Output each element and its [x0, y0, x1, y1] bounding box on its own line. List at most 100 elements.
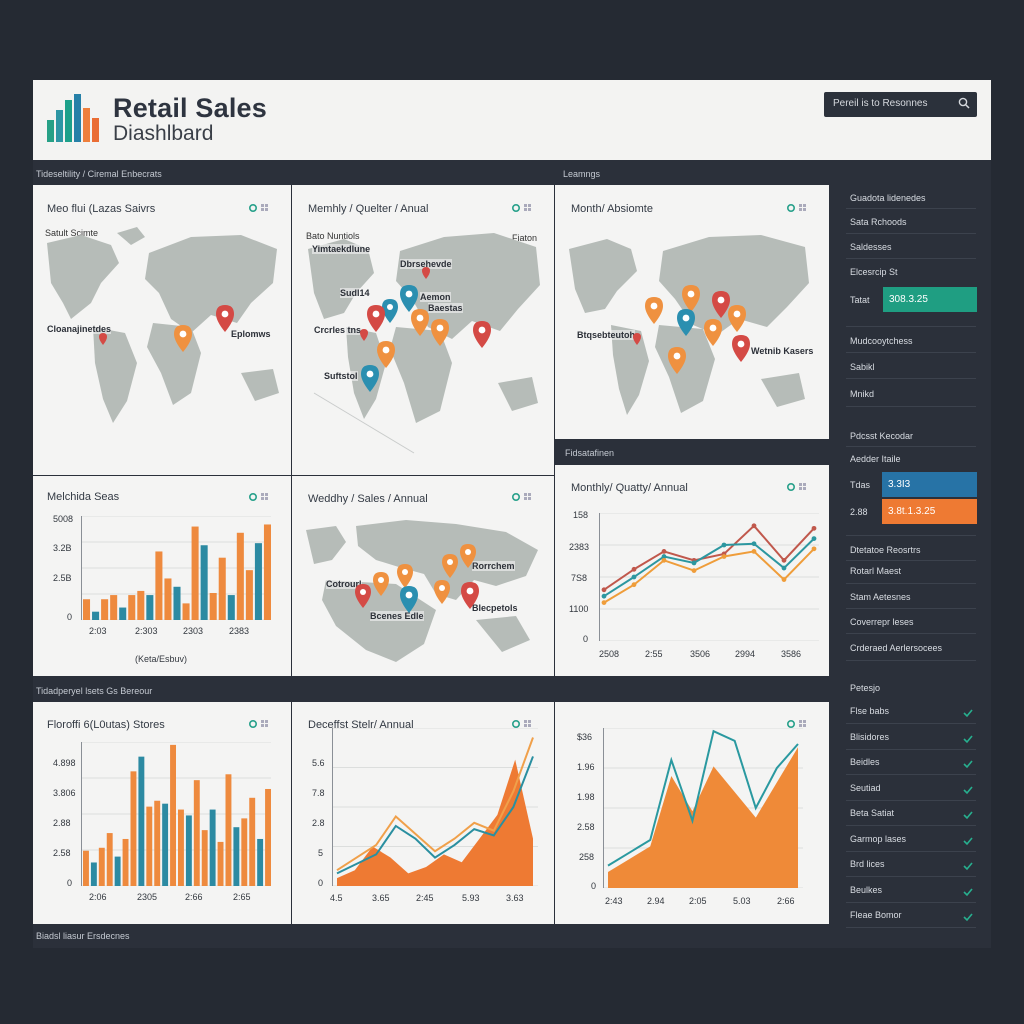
sidebar-item[interactable]: Aedder Itaile [850, 454, 901, 464]
checklist-item[interactable]: Blisidores [850, 732, 889, 742]
divider [846, 326, 976, 327]
divider [846, 633, 976, 634]
search-icon[interactable] [958, 97, 970, 109]
divider [846, 901, 976, 903]
y-tick-label: 2.88 [53, 818, 71, 828]
checkmark-icon[interactable] [962, 911, 974, 923]
y-tick-label: 2.58 [53, 848, 71, 858]
search-placeholder: Pereil is to Resonnes [833, 98, 928, 109]
x-tick-label: 3586 [781, 649, 802, 659]
line-point [601, 600, 607, 605]
map-pin-icon [361, 365, 379, 392]
y-tick-label: 258 [579, 852, 595, 862]
checklist-item[interactable]: Seutiad [850, 783, 881, 793]
section-label-top: Tideseltility / Ciremal Enbecrats [36, 169, 162, 179]
panel-options-icon[interactable] [787, 482, 809, 492]
sidebar-item[interactable]: Saldesses [850, 242, 892, 252]
sidebar-item[interactable]: Sata Rchoods [850, 217, 907, 227]
sidebar-item[interactable]: Coverrepr leses [850, 617, 914, 627]
line-point [691, 568, 697, 573]
sidebar-item[interactable]: Crderaed Aerlersocees [850, 643, 942, 653]
bar [225, 774, 232, 886]
panel-title: Monthly/ Quatty/ Annual [571, 482, 688, 494]
panel-options-icon[interactable] [249, 492, 271, 502]
bar [128, 595, 136, 620]
y-tick-label: $36 [577, 732, 593, 742]
value-chip-orange[interactable]: 3.8t.1.3.25 [882, 499, 977, 524]
area-chart-panel-1[interactable]: Deceffst Stelr/ Annual 5.6 7.8 2.8 5 0 4… [292, 702, 554, 924]
map-panel-4[interactable]: Weddhy / Sales / Annual Cotrourl Rorrche… [292, 476, 554, 676]
divider [846, 583, 976, 584]
divider [846, 233, 976, 234]
checkmark-icon[interactable] [962, 835, 974, 847]
map-pin-icon [434, 580, 450, 604]
checklist-item[interactable]: Beulkes [850, 885, 882, 895]
x-tick-label: 2:06 [89, 892, 107, 902]
bar [263, 524, 271, 620]
checklist-item[interactable]: Flse babs [850, 706, 889, 716]
sidebar-item[interactable]: Dtetatoe Reosrtrs [850, 545, 921, 555]
value-chip-blue[interactable]: 3.3I3 [882, 472, 977, 497]
sidebar-item[interactable]: Mudcooytchess [850, 336, 913, 346]
checkmark-icon[interactable] [962, 758, 974, 770]
bar-chart-panel-1[interactable]: Melchida Seas 5008 3.2B 2.5B 0 2:03 2:30… [33, 476, 291, 676]
map-panel-2[interactable]: Memhly / Quelter / Anual Bato Nuntiols F… [292, 185, 554, 475]
checklist-item[interactable]: Beta Satiat [850, 808, 894, 818]
sidebar-item[interactable]: Stam Aetesnes [850, 592, 911, 602]
checkmark-icon[interactable] [962, 886, 974, 898]
line-point [751, 541, 757, 547]
value-chip-green[interactable]: 308.3.25 [883, 287, 977, 312]
bar [122, 838, 129, 886]
map-pin-icon [442, 554, 458, 578]
divider [846, 774, 976, 775]
sidebar-item[interactable]: Guadota lidenedes [850, 193, 926, 203]
bar [130, 771, 137, 886]
y-tick-label: 5 [318, 848, 324, 858]
divider [846, 208, 976, 209]
divider [846, 406, 976, 407]
line-chart-panel[interactable]: Monthly/ Quatty/ Annual 158 2383 7S8 110… [555, 465, 829, 676]
sidebar-item[interactable]: Mnikd [850, 389, 874, 399]
checkmark-icon[interactable] [962, 860, 974, 872]
panel-options-icon[interactable] [249, 719, 271, 729]
bar-chart-panel-2[interactable]: Floroffi 6(L0utas) Stores 4.898 3.806 2.… [33, 702, 291, 924]
map-panel-1[interactable]: Meo flui (Lazas Saivrs Satult Scimte Clo… [33, 185, 291, 475]
map-panel-3[interactable]: Month/ Absiomte Btqsebteutoh Wetnib Kase… [555, 185, 829, 439]
map-pin-icon [377, 341, 395, 368]
bar [241, 818, 248, 886]
x-tick-label: 2.94 [647, 896, 665, 906]
map-pin-icon [360, 329, 368, 341]
bar [114, 856, 121, 886]
sidebar-item[interactable]: Elcesrcip St [850, 267, 898, 277]
y-tick-label: 7.8 [312, 788, 325, 798]
map-pin-icon [373, 572, 389, 596]
bar [170, 744, 176, 886]
bar [201, 830, 208, 886]
x-tick-label: 2508 [599, 649, 620, 659]
checklist-item[interactable]: Fleae Bomor [850, 910, 902, 920]
bar [90, 862, 97, 886]
checklist-item[interactable]: Beidles [850, 757, 880, 767]
bar [106, 833, 113, 886]
chip-label: 2.88 [850, 507, 868, 517]
line-point [721, 554, 727, 559]
x-tick-label: 3.63 [506, 893, 524, 903]
x-tick-label: 4.5 [330, 893, 343, 903]
checkmark-icon[interactable] [962, 784, 974, 796]
line-point [811, 536, 817, 541]
panel-title: Melchida Seas [47, 491, 120, 503]
checkmark-icon[interactable] [962, 707, 974, 719]
search-input[interactable]: Pereil is to Resonnes [824, 92, 977, 117]
sidebar-item[interactable]: Rotarl Maest [850, 566, 901, 576]
checklist-item[interactable]: Garmop lases [850, 834, 906, 844]
x-tick-label: 2:03 [89, 626, 107, 636]
area-chart-panel-2[interactable]: $36 1.96 1.98 2.58 258 0 2:43 2.94 2:05 … [555, 702, 829, 924]
y-tick-label: 0 [583, 634, 589, 644]
sidebar-item[interactable]: Sabikl [850, 362, 875, 372]
y-tick-label: 5008 [53, 514, 74, 524]
sidebar-item[interactable]: Pdcsst Kecodar [850, 431, 913, 441]
checklist-item[interactable]: Brd lices [850, 859, 885, 869]
checkmark-icon[interactable] [962, 733, 974, 745]
checkmark-icon[interactable] [962, 809, 974, 821]
chip-label: Tdas [850, 480, 871, 490]
